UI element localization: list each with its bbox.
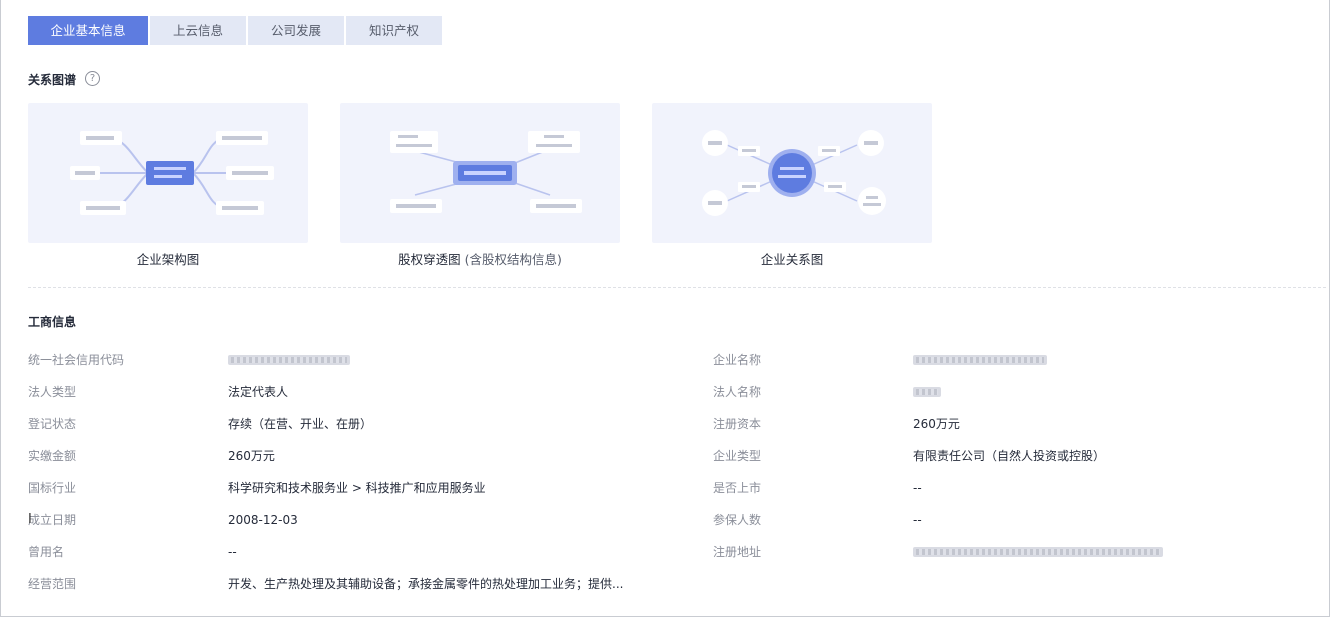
redacted-address bbox=[913, 547, 1163, 557]
org-chart-caption: 企业架构图 bbox=[136, 252, 200, 267]
field-company-type-value: 有限责任公司（自然人投资或控股） bbox=[913, 449, 1106, 463]
field-company-name-label: 企业名称 bbox=[713, 353, 762, 367]
tab-bar: 企业基本信息 上云信息 公司发展 知识产权 bbox=[28, 16, 444, 45]
field-label: 统一社会信用代码 bbox=[28, 353, 125, 367]
field-reg-capital-value: 260万元 bbox=[913, 417, 960, 431]
card-relationship-chart[interactable]: 企业关系图 bbox=[652, 103, 932, 268]
section-divider bbox=[28, 287, 1326, 288]
tab-basic-info[interactable]: 企业基本信息 bbox=[28, 16, 148, 45]
redacted-company-name bbox=[913, 355, 1047, 365]
field-industry-value: 科学研究和技术服务业 > 科技推广和应用服务业 bbox=[228, 481, 486, 495]
business-info-title: 工商信息 bbox=[28, 315, 77, 329]
field-founded-label: 成立日期 bbox=[28, 513, 77, 527]
field-address-label: 注册地址 bbox=[713, 545, 762, 559]
field-company-type-label: 企业类型 bbox=[713, 449, 762, 463]
org-chart-thumbnail[interactable] bbox=[28, 103, 308, 243]
field-scope-value[interactable]: 开发、生产热处理及其辅助设备；承接金属零件的热处理加工业务；提供... bbox=[228, 575, 623, 593]
equity-chart-thumbnail[interactable] bbox=[340, 103, 620, 243]
card-equity-chart[interactable]: 股权穿透图 (含股权结构信息) bbox=[340, 103, 620, 268]
field-founded-value: 2008-12-03 bbox=[228, 513, 298, 527]
field-status-value: 存续（在营、开业、在册） bbox=[228, 417, 373, 431]
redacted-legal-person bbox=[913, 387, 941, 397]
field-industry-label: 国标行业 bbox=[28, 481, 77, 495]
tab-cloud-info[interactable]: 上云信息 bbox=[150, 16, 246, 45]
equity-chart-caption: 股权穿透图 (含股权结构信息) bbox=[398, 252, 562, 267]
field-former-name-value: -- bbox=[228, 545, 237, 559]
field-legal-type-label: 法人类型 bbox=[28, 385, 77, 399]
field-legal-type-value: 法定代表人 bbox=[228, 385, 289, 399]
help-icon[interactable]: ? bbox=[85, 71, 100, 86]
tab-company-development[interactable]: 公司发展 bbox=[248, 16, 344, 45]
field-listed-label: 是否上市 bbox=[713, 481, 762, 495]
field-listed-value: -- bbox=[913, 481, 922, 495]
field-legal-person-label: 法人名称 bbox=[713, 385, 762, 399]
field-paid-capital-value: 260万元 bbox=[228, 449, 275, 463]
relationship-chart-thumbnail[interactable] bbox=[652, 103, 932, 243]
field-status-label: 登记状态 bbox=[28, 417, 77, 431]
text-cursor-icon: I bbox=[28, 512, 32, 527]
field-paid-capital-label: 实缴金额 bbox=[28, 449, 77, 463]
field-former-name-label: 曾用名 bbox=[28, 545, 65, 559]
card-org-chart[interactable]: 企业架构图 bbox=[28, 103, 308, 268]
tab-intellectual-property[interactable]: 知识产权 bbox=[346, 16, 442, 45]
relation-graph-title: 关系图谱 bbox=[28, 73, 77, 87]
field-reg-capital-label: 注册资本 bbox=[713, 417, 762, 431]
relationship-chart-caption: 企业关系图 bbox=[760, 252, 824, 267]
field-insured-value: -- bbox=[913, 513, 922, 527]
redacted-credit-code bbox=[228, 355, 350, 365]
field-scope-label: 经营范围 bbox=[28, 577, 77, 591]
field-insured-label: 参保人数 bbox=[713, 513, 762, 527]
page-frame bbox=[0, 0, 1330, 617]
field-credit-code: 统一社会信用代码 bbox=[28, 351, 124, 369]
